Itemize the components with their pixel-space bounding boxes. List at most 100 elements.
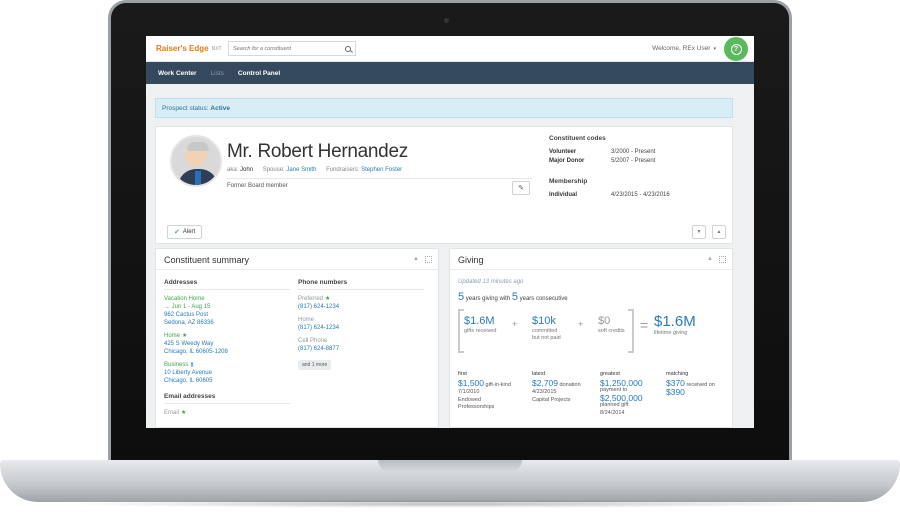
phone-type: Preferred [298, 296, 324, 302]
nav-item-control-panel[interactable]: Control Panel [238, 70, 280, 77]
soft-credits: $0 soft credits [598, 315, 625, 335]
card-header: Giving ▲ [450, 249, 732, 270]
more-phones-button[interactable]: and 1 more [298, 360, 332, 370]
phones-column: Phone numbers Preferred ★ (817) 624-1234 … [298, 279, 424, 371]
stat-amount[interactable]: $1,500 [458, 378, 484, 388]
address-type: Business [164, 362, 189, 368]
code-name: Major Donor [549, 158, 585, 164]
card-title: Giving [458, 255, 484, 265]
years-giving-line: 5 years giving with 5 years consecutive [458, 291, 568, 303]
laptop-shadow [60, 500, 840, 508]
camera-dot [444, 18, 449, 23]
stat-extra: Capital Projects [532, 396, 571, 403]
check-icon: ✔ [174, 229, 180, 236]
app-screen: Raiser's Edge NXT Welcome, REx User▾ ? W… [146, 36, 754, 428]
search-input[interactable] [233, 45, 345, 52]
chevron-up-icon[interactable]: ▲ [707, 256, 713, 263]
grid-icon[interactable] [425, 256, 432, 263]
years-consecutive-count: 5 [511, 291, 518, 303]
prospect-status-bar: Prospect status: Active [155, 98, 733, 118]
stat-desc: received on [686, 381, 715, 388]
search-box[interactable] [228, 41, 356, 56]
address-line[interactable]: Chicago, IL 60605-1208 [164, 348, 290, 356]
stat-desc: gift-in-kind [485, 381, 511, 388]
expand-button[interactable]: ▲ [712, 225, 726, 239]
alert-button[interactable]: ✔ Alert [167, 225, 203, 239]
aka-label: aka: [227, 167, 239, 173]
star-icon: ★ [181, 410, 187, 416]
lifetime-amount[interactable]: $1.6M [654, 313, 696, 330]
address-type: Home [164, 333, 181, 339]
email-label: Email [164, 410, 180, 416]
membership-type: Individual [549, 192, 578, 198]
relationship-line: aka: John Spouse: Jane Smith Fundraisers… [227, 167, 402, 173]
email-title: Email addresses [164, 393, 290, 404]
app-logo-suffix: NXT [211, 45, 222, 52]
giving-stats: first $1,500 gift-in-kind 7/1/2010 Endow… [458, 371, 730, 417]
stat-amount[interactable]: $2,500,000 [600, 394, 666, 403]
card-title: Constituent summary [164, 255, 250, 265]
prospect-status-label: Prospect status: [162, 105, 209, 112]
stat-amount[interactable]: $1,250,000 [600, 379, 666, 388]
grid-icon[interactable] [719, 256, 726, 263]
card-header: Constituent summary ▲ [156, 249, 438, 270]
constituent-summary-card: Constituent summary ▲ Addresses Vacation… [155, 248, 439, 428]
membership-title: Membership [549, 178, 588, 185]
edit-button[interactable]: ✎ [512, 181, 530, 195]
stat-amount[interactable]: $390 [666, 388, 730, 397]
help-button[interactable]: ? [724, 37, 748, 61]
app-logo[interactable]: Raiser's Edge [156, 44, 209, 53]
stat-date: 4/23/2015 [532, 389, 557, 395]
soft-credits-label: soft credits [598, 328, 625, 334]
welcome-text: Welcome, REx User [652, 45, 711, 52]
phone-number[interactable]: (817) 624-1234 [298, 303, 424, 311]
fundraiser-link[interactable]: Stephen Foster [361, 167, 402, 173]
constituent-codes: Constituent codes Volunteer 3/2000 - Pre… [549, 135, 729, 200]
address-line[interactable]: 10 Liberty Avenue [164, 369, 290, 377]
code-row: Volunteer 3/2000 - Present [549, 148, 729, 157]
code-dates: 5/2007 - Present [611, 158, 656, 164]
address-line[interactable]: Chicago, IL 60605 [164, 377, 290, 385]
address-line[interactable]: 425 S Weedy Way [164, 340, 290, 348]
profile-card: Mr. Robert Hernandez aka: John Spouse: J… [155, 126, 733, 244]
code-name: Volunteer [549, 149, 577, 155]
building-icon: ▮ [190, 362, 194, 368]
user-menu[interactable]: Welcome, REx User ▾ [652, 45, 716, 52]
stat-amount[interactable]: $2,709 [532, 378, 558, 388]
code-dates: 3/2000 - Present [611, 149, 656, 155]
stat-extra: Endowed [458, 396, 481, 403]
committed-amount[interactable]: $10k [532, 315, 561, 328]
avatar [170, 135, 222, 187]
nav-item-lists[interactable]: Lists [211, 70, 224, 77]
collapse-button[interactable]: ▼ [692, 225, 706, 239]
address-line[interactable]: Sedona, AZ 86336 [164, 319, 290, 327]
chevron-up-icon: ▲ [716, 229, 722, 235]
committed-sublabel: but not paid [532, 335, 561, 341]
address-type-row: Home ★ [164, 332, 290, 340]
prospect-status-value: Active [210, 105, 230, 112]
spouse-link[interactable]: Jane Smith [286, 167, 316, 173]
plus-icon: + [578, 319, 584, 329]
phone-number[interactable]: (817) 624-8877 [298, 345, 424, 353]
nav-item-work-center[interactable]: Work Center [158, 70, 197, 77]
stat-date: 7/1/2010 [458, 389, 480, 395]
gifts-received-label: gifts received [464, 328, 497, 334]
phone-type: Cell Phone [298, 338, 328, 344]
phone-number[interactable]: (817) 624-1234 [298, 324, 424, 332]
updated-time: Updated 13 minutes ago [458, 279, 524, 285]
addresses-column: Addresses Vacation Home → Jun 1 - Aug 15… [164, 279, 290, 417]
stat-desc: planned gift [600, 402, 629, 408]
stat-matching: matching $370 received on $390 [666, 371, 730, 417]
stat-amount[interactable]: $370 [666, 378, 685, 388]
search-icon[interactable] [345, 45, 351, 52]
chevron-up-icon[interactable]: ▲ [413, 256, 419, 263]
star-icon: ★ [325, 296, 331, 302]
equals-icon: = [640, 317, 649, 333]
giving-card: Giving ▲ Updated 13 minutes ago 5 years … [449, 248, 733, 428]
address-line[interactable]: 962 Cactus Post [164, 311, 290, 319]
committed: $10k committed but not paid [532, 315, 561, 342]
membership-row: Individual 4/23/2015 - 4/23/2016 [549, 191, 729, 200]
main-nav: Work Center Lists Control Panel [146, 62, 754, 84]
gifts-received-amount[interactable]: $1.6M [464, 315, 496, 328]
address-type-row: Business ▮ [164, 361, 290, 369]
